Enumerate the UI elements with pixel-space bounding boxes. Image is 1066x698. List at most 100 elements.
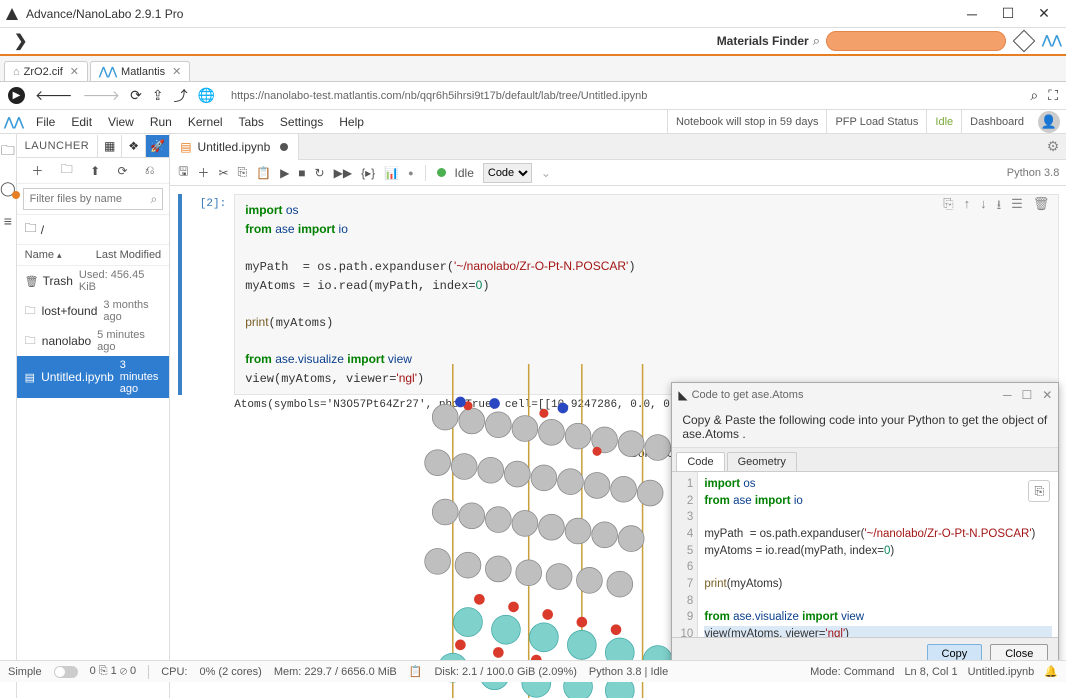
back-icon[interactable]: 🡐 xyxy=(35,87,73,104)
pfp-load-status: PFP Load Status xyxy=(826,110,926,133)
clipboard-icon[interactable]: 📋 xyxy=(409,665,423,678)
refresh-files-icon[interactable]: ⟳ xyxy=(117,164,127,178)
cut-icon[interactable]: ✂ xyxy=(218,166,228,180)
code-popup: ◣ Code to get ase.Atoms ─ ☐ ✕ Copy & Pas… xyxy=(671,382,1059,670)
duplicate-cell-icon[interactable]: ⎘ xyxy=(943,196,953,218)
run-cell-icon[interactable]: ▶ xyxy=(280,166,289,180)
outline-icon[interactable]: ≡ xyxy=(4,213,12,229)
stop-icon[interactable]: ■ xyxy=(298,166,305,180)
popup-title-text: Code to get ase.Atoms xyxy=(692,389,804,401)
upload-icon[interactable]: ⇪ xyxy=(152,87,164,104)
materials-finder-search[interactable] xyxy=(826,31,1006,51)
tab-matlantis[interactable]: ⋀⋀ Matlantis ✕ xyxy=(90,61,190,81)
popup-maximize-icon[interactable]: ☐ xyxy=(1022,388,1033,402)
app-icon xyxy=(4,6,20,22)
launcher-rocket-icon[interactable]: 🚀 xyxy=(145,135,169,157)
share-icon[interactable]: ⤴ xyxy=(174,86,188,106)
new-launcher-icon[interactable]: ＋ xyxy=(31,162,43,179)
delete-cell-icon[interactable]: 🗑 xyxy=(1033,196,1050,218)
file-row-nanolabo[interactable]: 🗀 nanolabo 5 minutes ago xyxy=(17,326,170,356)
menu-help[interactable]: Help xyxy=(331,115,372,129)
popup-titlebar[interactable]: ◣ Code to get ase.Atoms ─ ☐ ✕ xyxy=(672,383,1058,407)
maximize-button[interactable]: ☐ xyxy=(990,2,1026,26)
folder-icon: 🗀 xyxy=(25,219,37,240)
breadcrumb[interactable]: 🗀 / xyxy=(17,215,170,245)
menu-edit[interactable]: Edit xyxy=(63,115,100,129)
disk-status: Disk: 2.1 / 100.0 GiB (2.09%) xyxy=(434,666,576,678)
file-browser-icon[interactable]: 🗀 xyxy=(1,140,15,164)
forward-caret-icon[interactable]: ❯ xyxy=(8,31,33,51)
run-icon[interactable]: ▶ xyxy=(8,87,25,104)
popup-code-area[interactable]: 1 2 3 4 5 6 7 8 9 10 import os from ase … xyxy=(672,472,1058,637)
col-name[interactable]: Name▴ xyxy=(25,249,96,261)
notebook-area: ▤ Untitled.ipynb ⚙ 🖫 ＋ ✂ ⎘ 📋 ▶ ■ ↻ ▶▶ {▸… xyxy=(170,134,1066,698)
close-button[interactable]: ✕ xyxy=(1026,2,1062,26)
popup-tab-geometry[interactable]: Geometry xyxy=(727,452,797,471)
fullscreen-icon[interactable]: ⛶ xyxy=(1048,87,1058,104)
file-row-untitled[interactable]: ▤ Untitled.ipynb 3 minutes ago xyxy=(17,356,170,398)
upload-file-icon[interactable]: ⬆ xyxy=(90,164,100,178)
kernel-name[interactable]: Python 3.8 xyxy=(1007,167,1060,179)
git-icon[interactable]: ⎌ xyxy=(145,163,155,178)
launcher-header: LAUNCHER ▦ ❖ 🚀 xyxy=(17,134,170,158)
paste-icon[interactable]: 📋 xyxy=(256,166,271,180)
new-folder-icon[interactable]: 🗀 xyxy=(61,160,73,181)
add-cell-icon[interactable]: ＋ xyxy=(197,164,209,181)
search-nav-icon[interactable]: ⌕ xyxy=(1030,87,1038,104)
file-row-trash[interactable]: 🗑 Trash Used: 456.45 KiB xyxy=(17,266,170,296)
code-bracket-icon[interactable]: {▸} xyxy=(361,166,375,180)
col-modified[interactable]: Last Modified xyxy=(96,249,161,261)
running-kernels-icon[interactable]: ◯ xyxy=(0,180,16,197)
launcher-label: LAUNCHER xyxy=(17,140,98,152)
minimize-button[interactable]: ─ xyxy=(954,2,990,26)
refresh-icon[interactable]: ⟳ xyxy=(130,87,142,104)
popup-close-icon[interactable]: ✕ xyxy=(1042,388,1052,402)
more-icon[interactable]: ☰ xyxy=(1011,196,1023,218)
variable-icon[interactable]: 📊 xyxy=(384,166,399,180)
launcher-settings-icon[interactable]: ❖ xyxy=(121,135,145,157)
search-icon[interactable]: ⌕ xyxy=(813,33,820,49)
menu-kernel[interactable]: Kernel xyxy=(180,115,231,129)
insert-below-icon[interactable]: ⭳ xyxy=(997,196,1002,218)
cube-icon[interactable] xyxy=(1013,30,1036,53)
close-icon[interactable]: ✕ xyxy=(70,65,79,78)
matlantis-icon[interactable]: ⋀⋀ xyxy=(1042,33,1058,49)
toolbar-chevron-icon[interactable]: ⌄ xyxy=(541,166,551,180)
run-all-icon[interactable]: ▶▶ xyxy=(334,166,352,180)
copy-icon[interactable]: ⎘ xyxy=(238,165,248,180)
popup-source[interactable]: import os from ase import io myPath = os… xyxy=(698,472,1058,637)
popup-minimize-icon[interactable]: ─ xyxy=(1003,388,1012,402)
popup-copy-icon[interactable]: ⎘ xyxy=(1028,480,1050,502)
cell-type-select[interactable]: Code xyxy=(483,163,532,183)
filter-input[interactable] xyxy=(23,188,164,210)
materials-finder-label: Materials Finder xyxy=(717,34,809,48)
trash-icon: 🗑 xyxy=(25,275,37,288)
launcher-grid-icon[interactable]: ▦ xyxy=(97,135,121,157)
globe-icon[interactable]: 🌐 xyxy=(198,87,215,104)
home-icon: ⌂ xyxy=(13,66,20,78)
simple-toggle[interactable] xyxy=(54,666,78,678)
restart-icon[interactable]: ↻ xyxy=(315,166,325,180)
menu-view[interactable]: View xyxy=(100,115,142,129)
menu-run[interactable]: Run xyxy=(142,115,180,129)
user-avatar-icon[interactable]: 👤 xyxy=(1038,111,1060,133)
settings-gear-icon[interactable]: ⚙ xyxy=(1039,138,1066,155)
tab-zro2[interactable]: ⌂ ZrO2.cif ✕ xyxy=(4,61,88,81)
url-bar[interactable]: https://nanolabo-test.matlantis.com/nb/q… xyxy=(231,90,1020,102)
move-up-icon[interactable]: ↑ xyxy=(964,196,971,218)
notebook-tab-untitled[interactable]: ▤ Untitled.ipynb xyxy=(170,134,299,160)
forward-icon[interactable]: 🡒 xyxy=(83,87,121,104)
save-icon[interactable]: 🖫 xyxy=(178,162,188,183)
browser-nav: ▶ 🡐 🡒 ⟳ ⇪ ⤴ 🌐 https://nanolabo-test.matl… xyxy=(0,82,1066,110)
menu-tabs[interactable]: Tabs xyxy=(231,115,272,129)
menu-settings[interactable]: Settings xyxy=(272,115,331,129)
move-down-icon[interactable]: ↓ xyxy=(980,196,987,218)
popup-tab-code[interactable]: Code xyxy=(676,452,724,471)
simple-label: Simple xyxy=(8,666,42,678)
window-titlebar: Advance/NanoLabo 2.9.1 Pro ─ ☐ ✕ xyxy=(0,0,1066,28)
close-icon[interactable]: ✕ xyxy=(172,65,181,78)
notification-bell-icon[interactable]: 🔔 xyxy=(1044,665,1058,678)
menu-file[interactable]: File xyxy=(28,115,63,129)
dashboard-link[interactable]: Dashboard xyxy=(961,110,1032,133)
file-row-lostfound[interactable]: 🗀 lost+found 3 months ago xyxy=(17,296,170,326)
